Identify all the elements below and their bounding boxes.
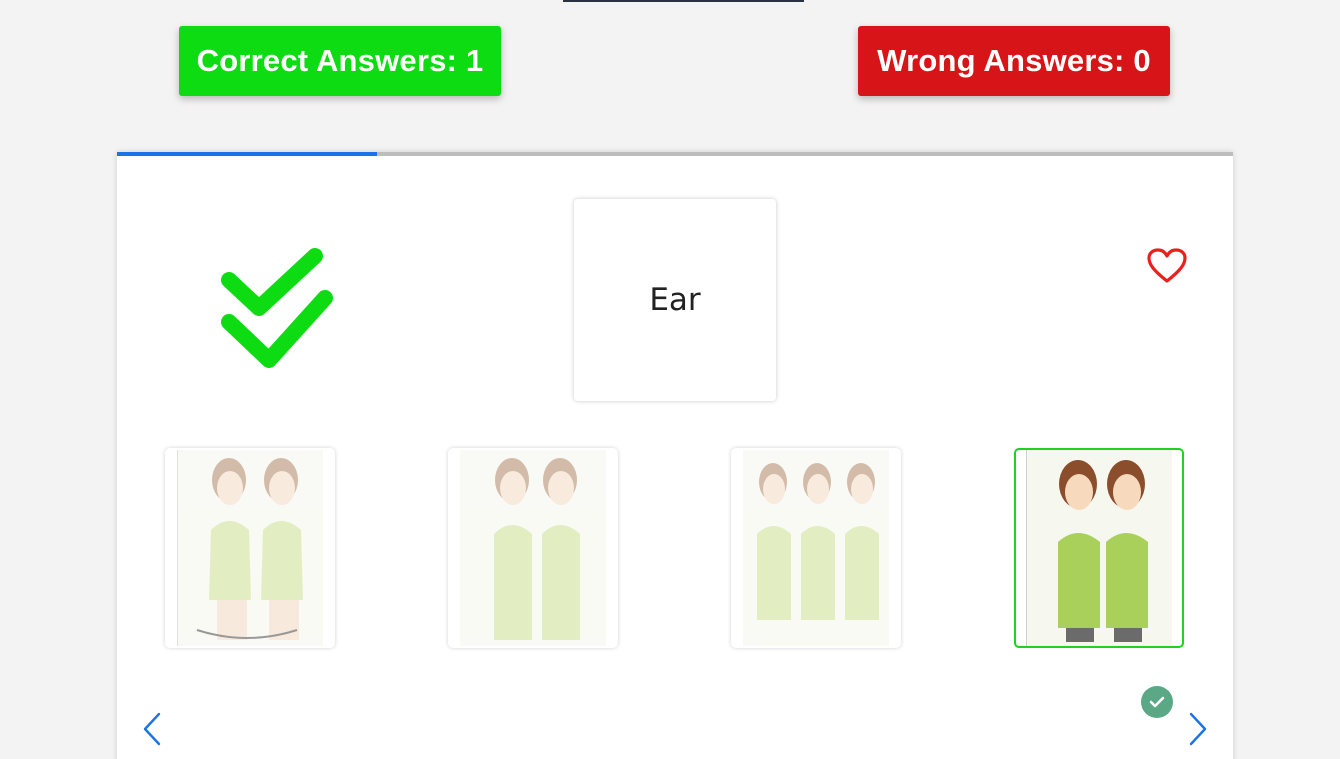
double-check-icon [221,248,333,368]
question-word-card: Ear [574,199,776,401]
sign-illustration-2 [460,450,606,646]
heart-icon[interactable] [1147,248,1187,284]
sign-illustration-1 [177,450,323,646]
correct-answers-label: Correct Answers: 1 [196,43,484,78]
progress-bar-fill [117,152,378,156]
answer-option-3[interactable] [731,448,901,648]
answer-option-2[interactable] [448,448,618,648]
answer-option-4[interactable] [1014,448,1184,648]
correct-answers-badge: Correct Answers: 1 [179,26,501,96]
check-circle-icon [1141,686,1173,718]
wrong-answers-badge: Wrong Answers: 0 [858,26,1170,96]
chevron-right-icon[interactable] [1187,712,1209,746]
quiz-card: Ear [117,152,1233,759]
sign-illustration-3 [743,450,889,646]
wrong-answers-label: Wrong Answers: 0 [877,43,1151,78]
progress-bar [117,152,1233,156]
top-tab-indicator [563,0,804,2]
sign-illustration-4 [1026,450,1172,646]
question-word: Ear [649,282,701,318]
chevron-left-icon[interactable] [141,712,163,746]
answer-option-1[interactable] [165,448,335,648]
